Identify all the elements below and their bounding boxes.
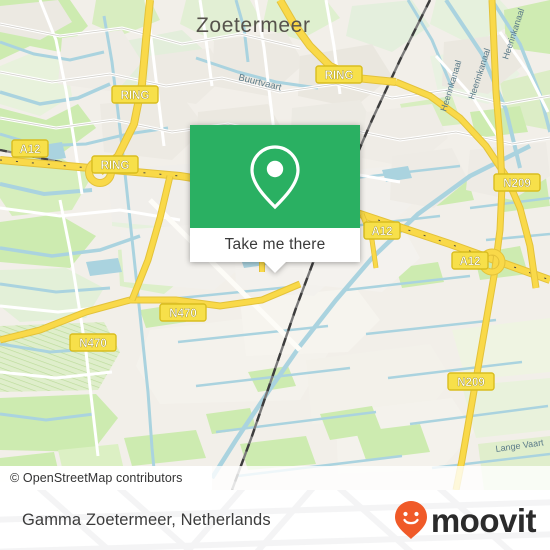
road-shield[interactable]: A12 bbox=[363, 221, 401, 240]
road-shield[interactable]: RING bbox=[315, 65, 363, 84]
road-shield-label: N470 bbox=[169, 308, 197, 320]
road-shield[interactable]: RING bbox=[111, 85, 159, 104]
road-shield-label: A12 bbox=[19, 144, 40, 156]
place-popup[interactable]: Take me there bbox=[190, 125, 360, 273]
popup-pointer-tail bbox=[264, 262, 286, 273]
map-label-city: Zoetermeer bbox=[196, 14, 311, 37]
moovit-wordmark: moovit bbox=[430, 501, 537, 539]
moovit-logo[interactable]: moovit bbox=[394, 500, 537, 540]
road-shield-label: N209 bbox=[503, 178, 531, 190]
attribution-text[interactable]: © OpenStreetMap contributors bbox=[10, 471, 183, 485]
map-attribution: © OpenStreetMap contributors bbox=[0, 466, 550, 490]
road-shield[interactable]: RING bbox=[91, 155, 139, 174]
road-shield[interactable]: N209 bbox=[447, 372, 495, 391]
map-pin-icon bbox=[250, 144, 300, 209]
road-shield-label: RING bbox=[121, 90, 150, 102]
road-shield[interactable]: N470 bbox=[69, 333, 117, 352]
road-shield-label: A12 bbox=[459, 256, 480, 268]
popup-action-bar[interactable]: Take me there bbox=[190, 228, 360, 262]
road-shield-label: RING bbox=[325, 70, 354, 82]
moovit-place-card: Zoetermeer Buurtvaart Heerinkanaal Heeri… bbox=[0, 0, 550, 550]
moovit-pin-smiley-icon bbox=[394, 501, 427, 539]
road-shield[interactable]: A12 bbox=[11, 139, 49, 158]
place-title: Gamma Zoetermeer, Netherlands bbox=[22, 510, 271, 529]
popup-header bbox=[190, 125, 360, 228]
road-shield-label: A12 bbox=[371, 226, 392, 238]
road-shield[interactable]: N209 bbox=[493, 173, 541, 192]
road-shield[interactable]: N470 bbox=[159, 303, 207, 322]
footer-bar: Gamma Zoetermeer, Netherlands moovit bbox=[0, 490, 550, 550]
road-shield-label: RING bbox=[101, 160, 130, 172]
road-shield[interactable]: A12 bbox=[451, 251, 489, 270]
road-shield-label: N209 bbox=[457, 377, 485, 389]
road-shield-label: N470 bbox=[79, 338, 107, 350]
take-me-there-button[interactable]: Take me there bbox=[225, 236, 326, 254]
